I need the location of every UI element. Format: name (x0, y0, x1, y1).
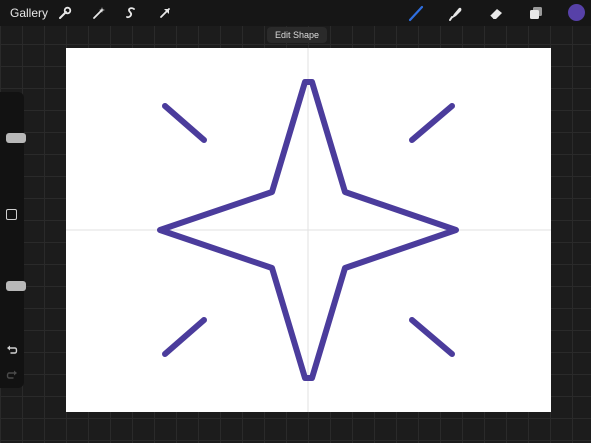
color-swatch[interactable] (568, 4, 585, 21)
brush-icon[interactable] (406, 3, 426, 23)
accent-line-top-right (409, 103, 455, 143)
eraser-icon[interactable] (486, 3, 506, 23)
brush-size-thumb[interactable] (6, 133, 26, 143)
wrench-icon[interactable] (55, 3, 75, 23)
redo-icon[interactable] (5, 368, 19, 382)
accent-line-bottom-right (409, 317, 455, 357)
canvas-artwork (66, 48, 551, 412)
accent-line-bottom-left (162, 317, 207, 357)
opacity-slider[interactable] (4, 222, 26, 322)
opacity-thumb[interactable] (6, 281, 26, 291)
accent-line-top-left (162, 103, 207, 143)
top-toolbar: Gallery (0, 0, 591, 26)
undo-icon[interactable] (5, 343, 19, 357)
edit-shape-tooltip[interactable]: Edit Shape (267, 27, 328, 43)
modify-square-icon[interactable] (6, 209, 17, 220)
gallery-button[interactable]: Gallery (10, 5, 48, 21)
brush-size-slider[interactable] (4, 102, 26, 202)
selection-s-icon[interactable] (121, 3, 141, 23)
arrow-cursor-icon[interactable] (155, 3, 175, 23)
layers-icon[interactable] (526, 3, 546, 23)
drawing-canvas[interactable] (66, 48, 551, 412)
left-sidebar (0, 92, 26, 388)
smudge-icon[interactable] (446, 3, 466, 23)
magic-wand-icon[interactable] (89, 3, 109, 23)
